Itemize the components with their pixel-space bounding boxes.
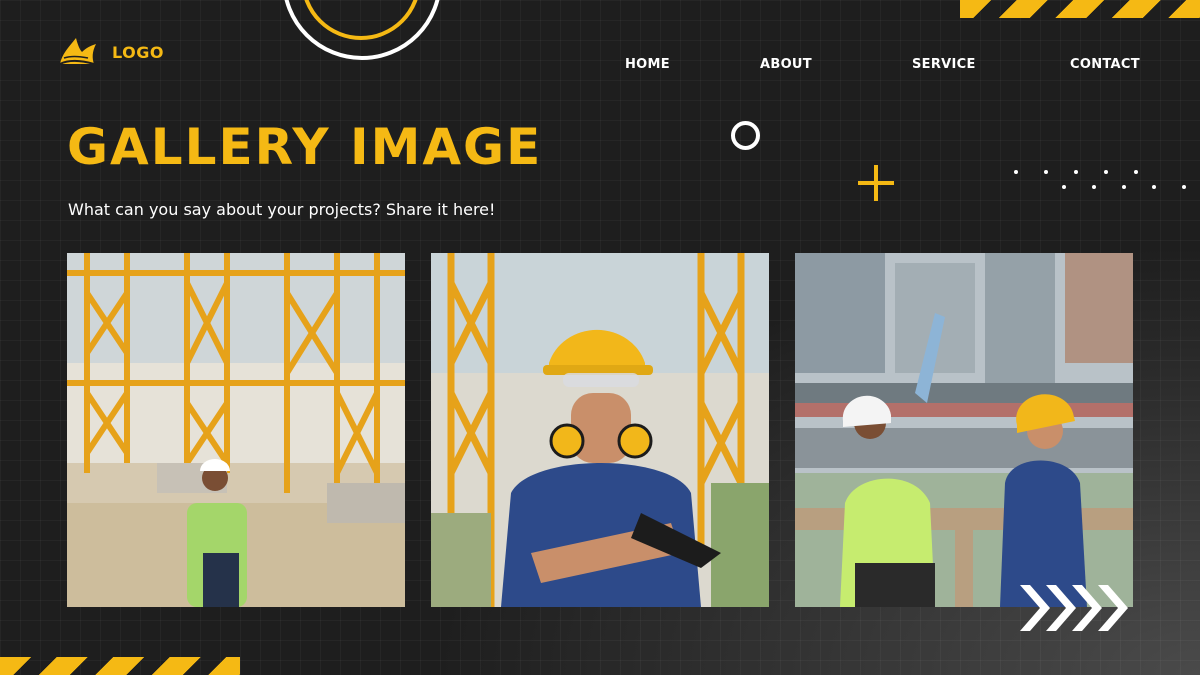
- hazard-stripes-top: [960, 0, 1200, 18]
- main-nav: HOME ABOUT SERVICE CONTACT: [0, 57, 1200, 77]
- decor-dots: [1010, 168, 1186, 192]
- construction-worker-woman-scaffolding-photo: [67, 253, 405, 607]
- nav-service[interactable]: SERVICE: [912, 57, 976, 72]
- nav-about[interactable]: ABOUT: [760, 57, 812, 72]
- hazard-stripes-bottom: [0, 657, 240, 675]
- plus-icon: [858, 165, 894, 201]
- construction-workers-pointing-photo: [795, 253, 1133, 607]
- construction-worker-man-hardhat-photo: [431, 253, 769, 607]
- page-title: GALLERY IMAGE: [67, 118, 543, 176]
- chevrons-right-icon: [1020, 585, 1128, 631]
- nav-contact[interactable]: CONTACT: [1070, 57, 1140, 72]
- gallery-image-2[interactable]: [431, 253, 769, 607]
- decor-ring-small: [731, 121, 760, 150]
- nav-home[interactable]: HOME: [625, 57, 670, 72]
- gallery-image-3[interactable]: [795, 253, 1133, 607]
- gallery-image-1[interactable]: [67, 253, 405, 607]
- page-subtitle: What can you say about your projects? Sh…: [68, 200, 496, 219]
